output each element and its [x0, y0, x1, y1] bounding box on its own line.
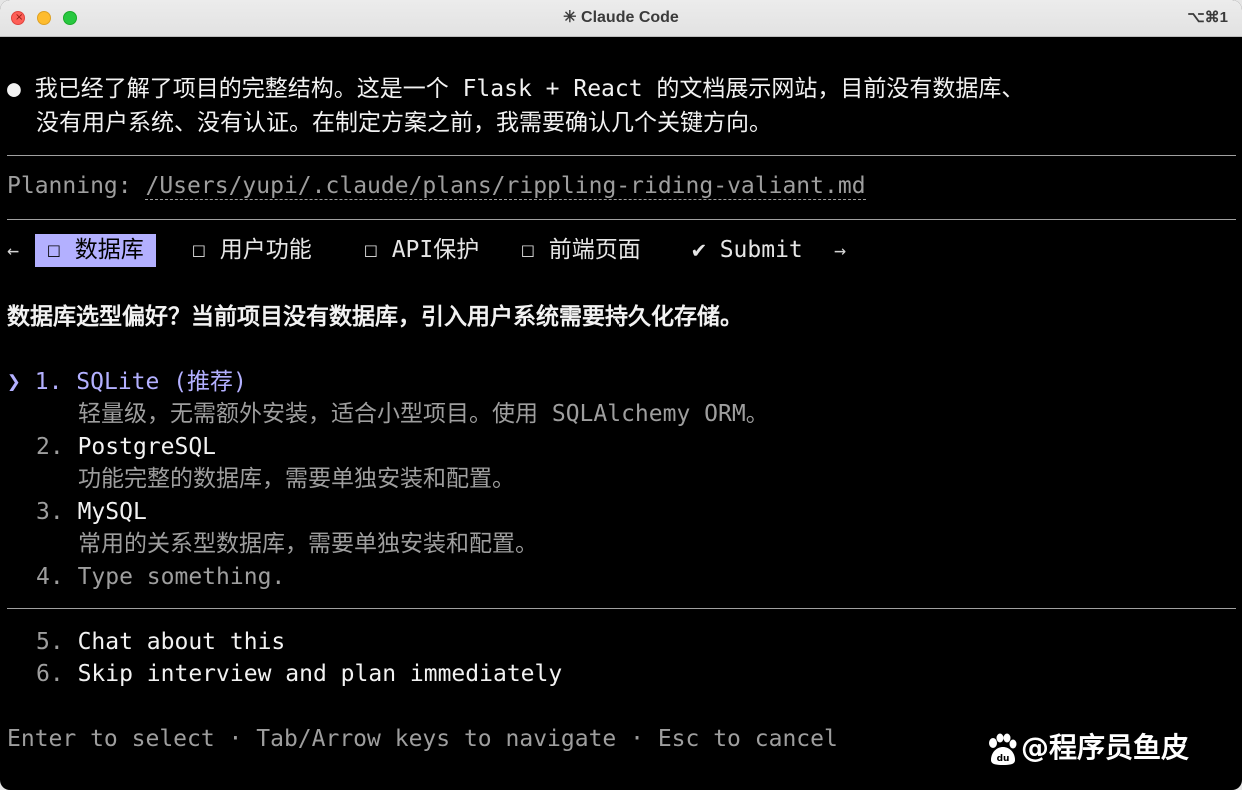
keyboard-hint: Enter to select · Tab/Arrow keys to navi…	[7, 726, 838, 752]
tab-api-protection[interactable]: ☐ API保护	[364, 234, 479, 267]
tab-submit[interactable]: ✔ Submit	[692, 234, 803, 267]
window-title: ✳ Claude Code	[563, 9, 679, 26]
selection-pointer-icon: ❯	[7, 369, 21, 395]
divider	[7, 219, 1236, 220]
option-1[interactable]: ❯ 1. SQLite (推荐)	[7, 367, 247, 397]
tab-frontend-pages[interactable]: ☐ 前端页面	[521, 234, 641, 267]
terminal-window: × ✳ Claude Code ⌥⌘1 ● 我已经了解了项目的完整结构。这是一个…	[0, 0, 1242, 790]
option-2-description: 功能完整的数据库，需要单独安装和配置。	[78, 466, 515, 492]
divider	[7, 608, 1236, 609]
option-3-description: 常用的关系型数据库，需要单独安装和配置。	[78, 531, 538, 557]
watermark-text: @程序员鱼皮	[1021, 731, 1190, 764]
watermark: du @程序员鱼皮	[985, 726, 1189, 770]
window-shortcut: ⌥⌘1	[1187, 9, 1228, 26]
option-2[interactable]: 2. PostgreSQL	[36, 432, 216, 462]
question-text: 数据库选型偏好？当前项目没有数据库，引入用户系统需要持久化存储。	[7, 304, 743, 330]
option-1-description: 轻量级，无需额外安装，适合小型项目。使用 SQLAlchemy ORM。	[78, 401, 769, 427]
planning-label: Planning:	[7, 173, 146, 199]
tab-left-arrow-icon[interactable]: ←	[7, 234, 19, 267]
option-6-skip[interactable]: 6. Skip interview and plan immediately	[36, 659, 562, 689]
option-5-chat[interactable]: 5. Chat about this	[36, 627, 285, 657]
svg-text:du: du	[997, 754, 1010, 764]
plan-file-link[interactable]: /Users/yupi/.claude/plans/rippling-ridin…	[145, 173, 866, 200]
bullet-icon: ●	[7, 76, 21, 102]
tab-database[interactable]: ☐ 数据库	[35, 234, 156, 267]
option-4-type-something[interactable]: 4. Type something.	[36, 562, 285, 592]
message-line-1: ● 我已经了解了项目的完整结构。这是一个 Flask + React 的文档展示…	[7, 76, 1025, 102]
baidu-paw-icon: du	[989, 733, 1017, 765]
planning-line: Planning: /Users/yupi/.claude/plans/ripp…	[7, 171, 866, 201]
divider	[7, 155, 1236, 156]
tab-user-features[interactable]: ☐ 用户功能	[192, 234, 312, 267]
tab-right-arrow-icon[interactable]: →	[834, 234, 846, 267]
option-3[interactable]: 3. MySQL	[36, 497, 147, 527]
title-bar: × ✳ Claude Code ⌥⌘1	[0, 0, 1242, 37]
message-line-2: 没有用户系统、没有认证。在制定方案之前，我需要确认几个关键方向。	[36, 110, 772, 136]
